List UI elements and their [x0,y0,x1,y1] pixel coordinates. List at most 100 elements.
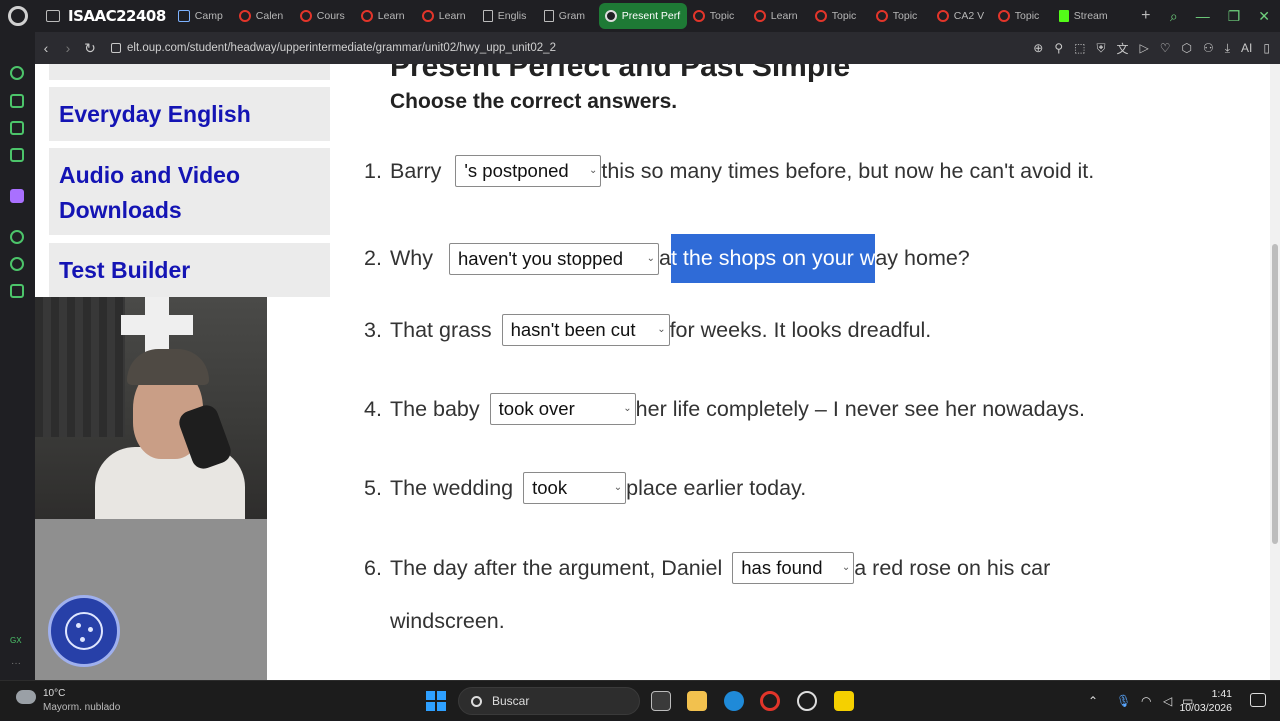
chevron-down-icon: ⌄ [657,324,666,335]
sidebar-history-icon[interactable] [10,257,24,271]
download-icon[interactable]: ⤓ [1225,41,1230,56]
url-field[interactable]: elt.oup.com/student/headway/upperinterme… [127,42,556,54]
edge-icon[interactable] [724,691,744,711]
question-text-before: That grass [390,317,492,342]
minimize-icon[interactable]: — [1196,8,1210,24]
notification-icon[interactable] [1250,693,1266,707]
nav-item-previous[interactable] [49,64,330,80]
cross-decoration [121,315,193,335]
tab-favicon-icon [1058,10,1069,22]
question-number: 1. [364,158,382,183]
sidebar-messenger-icon[interactable] [10,148,24,162]
tab-favicon-icon [482,10,493,22]
browser-tab[interactable]: Topic [992,3,1053,29]
task-view-icon[interactable] [651,691,671,711]
answer-select[interactable]: took over ⌄ [489,393,636,425]
tab-label: Cours [316,10,345,22]
sidebar-hub-icon[interactable] [10,94,24,108]
tab-favicon-icon [421,10,434,22]
clock-time[interactable]: 1:41 [1212,688,1232,700]
windows-taskbar: 10°C Mayorm. nublado Buscar ⌃ 🎙 ◠ ◁ ▭ 1:… [0,680,1280,720]
chevron-down-icon: ⌄ [613,482,623,493]
sidebar-gx-icon[interactable]: GX [10,636,22,645]
browser-tab[interactable]: Stream [1053,3,1131,29]
browser-tab[interactable]: Learn [416,3,477,29]
cookie-settings-button[interactable] [48,595,120,667]
sidebar-twitch-icon[interactable] [10,189,24,203]
browser-tab[interactable]: Topic [687,3,748,29]
question-text-after: this so many times before, but now he ca… [601,158,1095,183]
tab-label: Stream [1073,10,1108,22]
browser-tab[interactable]: Gram [538,3,599,29]
sidebar-toggle-icon[interactable]: ▯ [1263,41,1270,55]
browser-tab[interactable]: CA2 V [931,3,992,29]
tab-label: Present Perf [621,10,681,22]
tray-overflow-icon[interactable]: ⌃ [1088,681,1098,721]
obs-icon[interactable] [797,691,817,711]
browser-tab[interactable]: Camp [172,3,233,29]
player-icon[interactable]: ▷ [1139,41,1148,55]
page-scrollbar[interactable] [1270,64,1280,680]
browser-tab[interactable]: Learn [355,3,416,29]
pin-icon[interactable]: ⚲ [1054,41,1063,55]
heart-icon[interactable]: ♡ [1160,41,1171,55]
browser-tab[interactable]: Present Perf [598,3,687,29]
weather-cloud-icon[interactable] [16,690,36,704]
back-button[interactable]: ‹ [35,40,57,56]
extensions-icon[interactable]: ⬡ [1181,41,1191,55]
lock-icon[interactable] [111,43,121,53]
clock-date[interactable]: 10/03/2026 [1179,702,1232,714]
ai-button[interactable]: AI [1241,41,1252,55]
maximize-icon[interactable]: ❐ [1228,8,1241,25]
sticky-notes-icon[interactable] [834,691,854,711]
opera-logo-icon[interactable] [8,6,28,26]
file-explorer-icon[interactable] [687,691,707,711]
microphone-icon[interactable]: 🎙 [1116,681,1131,721]
wifi-icon[interactable]: ◠ [1141,681,1151,721]
close-icon[interactable]: ✕ [1258,8,1270,25]
browser-tab[interactable]: Calen [233,3,294,29]
opera-gx-icon[interactable] [760,691,780,711]
zoom-icon[interactable]: ⊕ [1033,41,1043,55]
sidebar-player-icon[interactable] [10,230,24,244]
answer-select[interactable]: haven't you stopped ⌄ [449,242,659,275]
sidebar-ai-icon[interactable] [10,66,24,80]
sidebar-grid-icon[interactable] [10,121,24,135]
answer-select[interactable]: has found ⌄ [732,552,855,584]
shield-icon[interactable]: ⛨ [1096,41,1105,56]
sidebar-settings-icon[interactable] [10,284,24,298]
battery-icon[interactable]: ▭ [1182,681,1193,721]
volume-icon[interactable]: ◁ [1163,681,1172,721]
taskbar-search[interactable]: Buscar [458,687,640,715]
forward-button[interactable]: › [57,40,79,56]
browser-tab[interactable]: Topic [809,3,870,29]
tab-menu-icon[interactable] [46,10,60,22]
weather-description[interactable]: Mayorm. nublado [43,702,120,713]
nav-item-audio-video[interactable]: Audio and Video Downloads [49,148,330,235]
browser-tab[interactable]: Learn [748,3,809,29]
windows-start-icon[interactable] [426,691,446,711]
sidebar-more-icon[interactable]: ··· [11,658,21,669]
answer-select[interactable]: 's postponed ⌄ [455,155,602,187]
answer-select[interactable]: hasn't been cut ⌄ [501,314,670,346]
tab-label: Learn [438,10,466,22]
translate-icon[interactable]: 文 [1116,40,1128,57]
snapshot-icon[interactable]: ⬚ [1074,41,1085,55]
scrollbar-thumb[interactable] [1272,244,1278,544]
nav-item-everyday-english[interactable]: Everyday English [49,87,330,141]
new-tab-button[interactable]: + [1137,7,1155,25]
address-bar-actions: ⊕ ⚲ ⬚ ⛨ 文 ▷ ♡ ⬡ ⚇ ⤓ AI ▯ [1033,32,1270,64]
browser-tab[interactable]: Englis [477,3,538,29]
question-text-before: The baby [390,396,480,421]
browser-tab[interactable]: Topic [870,3,931,29]
nav-item-test-builder[interactable]: Test Builder [49,243,330,297]
answer-select[interactable]: took ⌄ [523,472,627,504]
question-text-before: Barry [390,158,442,183]
reload-button[interactable]: ↻ [79,40,101,57]
wallet-icon[interactable]: ⚇ [1203,41,1214,55]
weather-temperature[interactable]: 10°C [43,688,65,699]
tab-search-icon[interactable]: ⌕ [1170,8,1178,25]
browser-tab[interactable]: Cours [294,3,355,29]
tab-favicon-icon [997,10,1010,22]
tab-favicon-icon [875,10,888,22]
